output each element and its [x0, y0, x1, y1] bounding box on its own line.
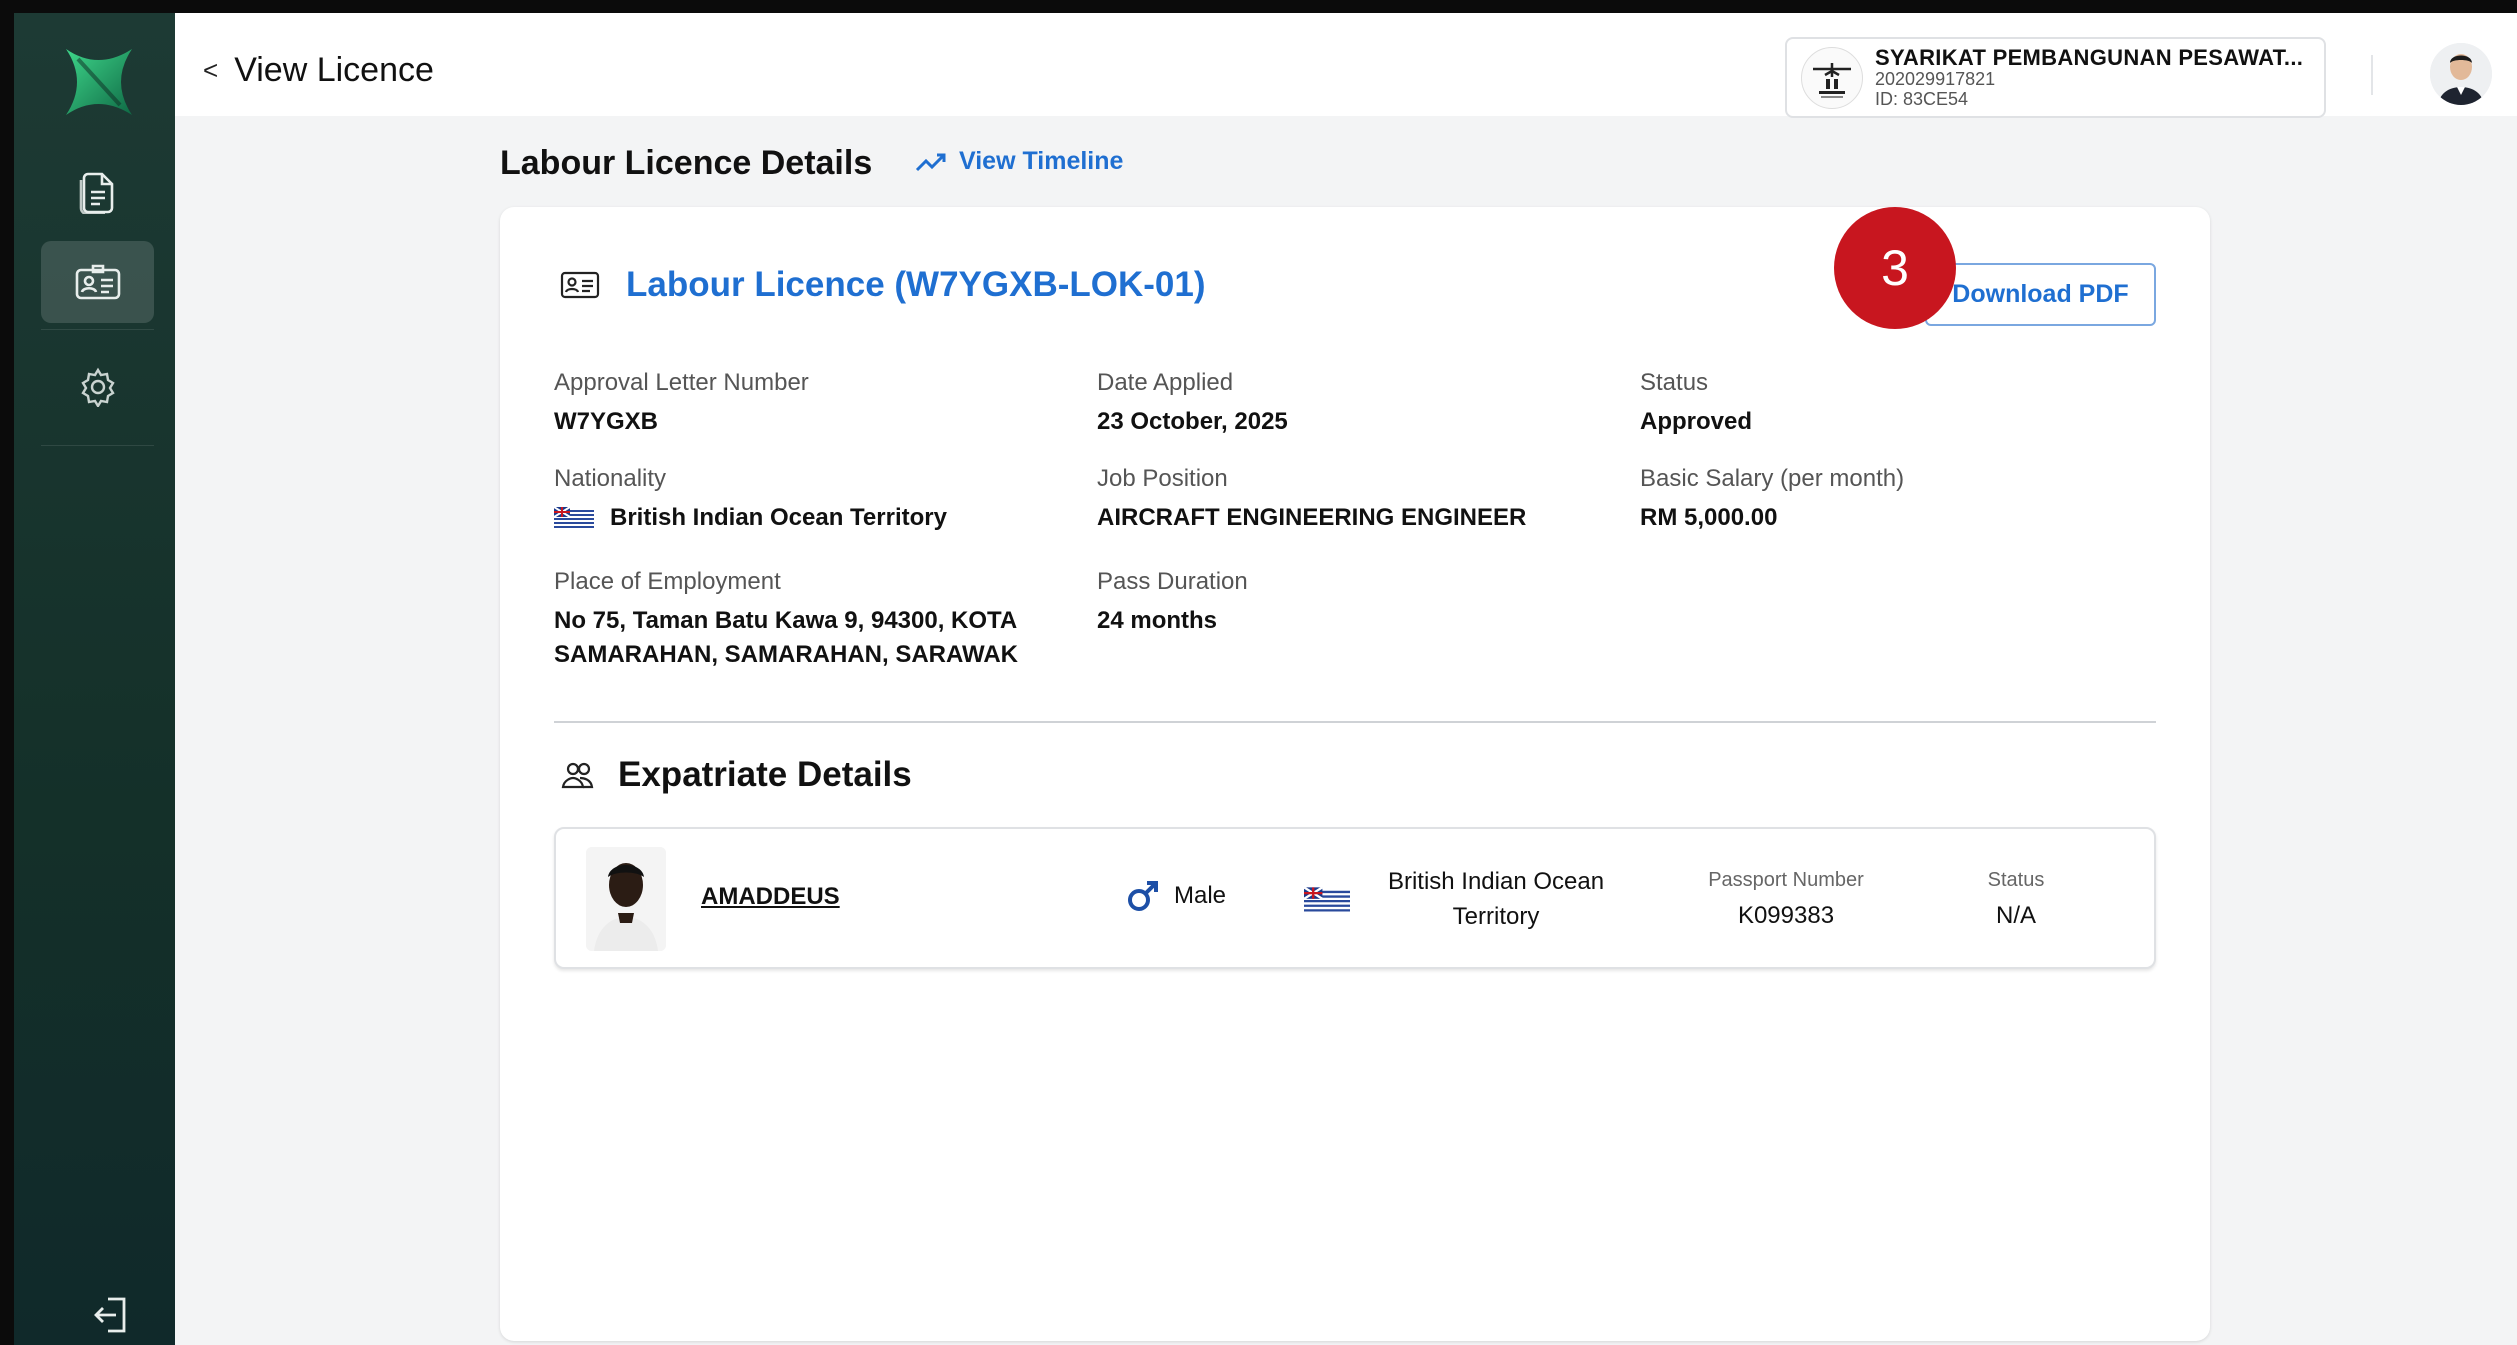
- nationality-line: British Indian Ocean: [1387, 868, 1605, 895]
- step-badge: 3: [1834, 207, 1956, 329]
- field-label: Basic Salary (per month): [1640, 465, 1905, 492]
- passport-value: K099383: [1737, 902, 1835, 929]
- address-line: SAMARAHAN, SAMARAHAN, SARAWAK: [554, 640, 1018, 668]
- user-avatar[interactable]: [2430, 43, 2492, 105]
- male-icon: [1128, 881, 1158, 911]
- document-icon: [79, 172, 113, 214]
- status-label: Status: [1987, 869, 2045, 891]
- field-value: RM 5,000.00: [1640, 504, 1778, 531]
- main-content: < View Licence SYARIKAT PEMBANGUNAN PESA…: [175, 13, 2517, 1345]
- biot-flag-icon: [554, 506, 594, 529]
- field-label: Job Position: [1097, 465, 1228, 492]
- sidebar-item-documents[interactable]: [41, 151, 154, 233]
- status-value: N/A: [1995, 902, 2036, 929]
- gender-value: Male: [1174, 882, 1227, 909]
- back-button[interactable]: < View Licence: [203, 51, 434, 90]
- status-field: Status Approved: [1640, 369, 1752, 439]
- window-left-edge: [0, 13, 14, 1345]
- section-divider: [554, 721, 2156, 723]
- page-title: View Licence: [234, 51, 434, 89]
- passport-column: Passport Number K099383: [1676, 869, 1896, 930]
- expatriate-row[interactable]: AMADDEUS Male British Indian Ocean Terri…: [554, 827, 2156, 969]
- gear-icon: [80, 367, 115, 407]
- field-value: 23 October, 2025: [1097, 408, 1288, 435]
- field-label: Pass Duration: [1097, 568, 1248, 595]
- field-label: Status: [1640, 369, 1709, 396]
- expatriate-photo: [586, 847, 666, 951]
- window-top-edge: [0, 0, 2517, 13]
- company-id: ID: 83CE54: [1875, 88, 1969, 109]
- pass-duration-field: Pass Duration 24 months: [1097, 568, 1248, 638]
- top-header: < View Licence SYARIKAT PEMBANGUNAN PESA…: [175, 13, 2517, 118]
- licence-title: Labour Licence (W7YGXB-LOK-01): [626, 265, 1206, 304]
- place-of-employment-field: Place of Employment No 75, Taman Batu Ka…: [554, 568, 1018, 671]
- company-name: SYARIKAT PEMBANGUNAN PESAWAT...: [1875, 44, 2304, 70]
- field-value: Approved: [1640, 408, 1753, 435]
- basic-salary-field: Basic Salary (per month) RM 5,000.00: [1640, 465, 1904, 535]
- sidebar-item-licences[interactable]: [41, 241, 154, 323]
- nationality-line: Territory: [1452, 902, 1540, 930]
- sidebar-divider: [41, 329, 154, 330]
- gender: Male: [1126, 879, 1226, 913]
- view-timeline-label: View Timeline: [959, 147, 1124, 175]
- chevron-left-icon: <: [203, 55, 219, 85]
- expatriate-details-heading: Expatriate Details: [618, 755, 912, 794]
- expatriate-status-column: Status N/A: [1956, 869, 2076, 930]
- sidebar-divider: [41, 445, 154, 446]
- sidebar: [14, 13, 175, 1345]
- passport-label: Passport Number: [1708, 869, 1864, 891]
- expatriate-nationality: British Indian Ocean Territory: [1376, 865, 1616, 935]
- field-value: W7YGXB: [554, 408, 659, 435]
- nationality-value: British Indian Ocean Territory: [610, 504, 947, 531]
- id-card-icon: [560, 271, 600, 299]
- expatriate-header: Expatriate Details: [560, 755, 912, 795]
- date-applied-field: Date Applied 23 October, 2025: [1097, 369, 1288, 439]
- header-divider: [2371, 55, 2373, 95]
- app-logo: [66, 49, 132, 115]
- licence-card: Labour Licence (W7YGXB-LOK-01) Download …: [500, 207, 2210, 1341]
- trend-line-icon: [915, 153, 946, 171]
- field-label: Place of Employment: [554, 568, 781, 595]
- licence-header: Labour Licence (W7YGXB-LOK-01): [560, 265, 1206, 305]
- logout-icon: [94, 1297, 126, 1333]
- id-card-icon: [75, 264, 120, 300]
- logout-button[interactable]: [92, 1295, 130, 1340]
- field-value: 24 months: [1097, 607, 1218, 634]
- field-value: No 75, Taman Batu Kawa 9, 94300, KOTA SA…: [554, 604, 1018, 671]
- company-logo: [1801, 46, 1863, 109]
- licence-details-heading: Labour Licence Details: [500, 144, 873, 182]
- sidebar-item-settings[interactable]: [41, 346, 154, 428]
- download-pdf-button[interactable]: Download PDF: [1925, 263, 2156, 326]
- nationality-field: Nationality British Indian Ocean Territo…: [554, 465, 947, 535]
- users-icon: [561, 762, 594, 789]
- job-position-field: Job Position AIRCRAFT ENGINEERING ENGINE…: [1097, 465, 1526, 535]
- field-label: Date Applied: [1097, 369, 1234, 396]
- biot-flag-icon: [1304, 887, 1350, 913]
- field-value: AIRCRAFT ENGINEERING ENGINEER: [1097, 504, 1527, 531]
- view-timeline-link[interactable]: View Timeline: [915, 147, 1123, 176]
- approval-letter-field: Approval Letter Number W7YGXB: [554, 369, 809, 439]
- field-label: Approval Letter Number: [554, 369, 809, 396]
- field-label: Nationality: [554, 465, 667, 492]
- company-registration: 202029917821: [1875, 68, 1996, 89]
- expatriate-name-link[interactable]: AMADDEUS: [701, 883, 840, 911]
- company-selector[interactable]: SYARIKAT PEMBANGUNAN PESAWAT... 20202991…: [1785, 37, 2326, 118]
- address-line: No 75, Taman Batu Kawa 9, 94300, KOTA: [554, 607, 1018, 634]
